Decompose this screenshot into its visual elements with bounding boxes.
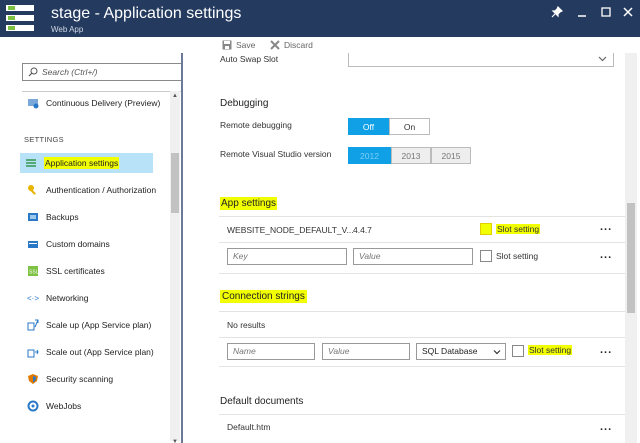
network-icon: <·> [27, 294, 39, 303]
key-icon [28, 185, 36, 195]
settings-menu: Search (Ctrl+/) Continuous Delivery (Pre… [0, 53, 183, 443]
scrollbar-thumb[interactable] [171, 153, 179, 213]
chevron-down-icon [598, 56, 607, 62]
search-placeholder: Search (Ctrl+/) [42, 67, 98, 77]
default-documents-title: Default documents [220, 396, 304, 407]
auto-swap-dropdown[interactable] [348, 53, 614, 67]
sidebar-item-security-scanning[interactable]: Security scanning [22, 369, 170, 389]
slot-setting-checkbox[interactable] [512, 345, 524, 357]
connection-type-select[interactable]: SQL Database [416, 343, 506, 360]
svg-text:SSL: SSL [29, 270, 39, 276]
app-setting-value-input[interactable]: Value [353, 248, 473, 265]
scale-out-icon [27, 349, 39, 358]
slot-setting-label: Slot setting [528, 345, 573, 355]
sidebar-item-continuous-delivery[interactable]: Continuous Delivery (Preview) [22, 93, 170, 113]
minimize-icon[interactable] [574, 6, 590, 22]
scroll-up-icon[interactable]: ▲ [171, 91, 179, 101]
toggle-on[interactable]: On [389, 118, 430, 135]
svg-text:<·>: <·> [27, 294, 39, 303]
vs-version-label: Remote Visual Studio version [220, 149, 332, 159]
chevron-down-icon [493, 350, 501, 355]
page-subtitle: Web App [51, 25, 84, 34]
debugging-title: Debugging [220, 98, 269, 109]
close-icon[interactable] [620, 6, 636, 22]
more-options-icon[interactable]: ... [600, 344, 612, 356]
sidebar-item-scale-up[interactable]: Scale up (App Service plan) [22, 315, 170, 335]
sidebar-scrollbar[interactable]: ▲ ▼ [170, 91, 180, 443]
sidebar-item-application-settings[interactable]: Application settings [20, 153, 153, 173]
scrollbar-thumb[interactable] [627, 203, 635, 313]
sidebar-item-webjobs[interactable]: WebJobs [22, 396, 170, 416]
command-bar: Save Discard [0, 37, 640, 53]
remote-debugging-toggle[interactable]: Off On [348, 118, 430, 135]
discard-button[interactable]: Discard [270, 39, 313, 51]
page-title: stage - Application settings [51, 5, 242, 22]
vs-version-selector: 2012 2013 2015 [348, 147, 471, 164]
no-results-text: No results [227, 320, 266, 330]
vs-version-2013: 2013 [391, 147, 431, 164]
app-setting-key[interactable]: WEBSITE_NODE_DEFAULT_V... [227, 225, 354, 235]
scale-up-icon [27, 319, 39, 331]
continuous-delivery-icon [28, 99, 39, 109]
save-button[interactable]: Save [222, 39, 255, 51]
default-document-item[interactable]: Default.htm [227, 422, 270, 432]
settings-content: Auto Swap Slot Debugging Remote debuggin… [185, 53, 640, 443]
search-input[interactable]: Search (Ctrl+/) [22, 63, 181, 81]
discard-icon [270, 40, 280, 50]
divider [219, 273, 627, 274]
app-settings-icon [26, 159, 36, 167]
more-options-icon[interactable]: ... [600, 421, 612, 433]
app-setting-key-input[interactable]: Key [227, 248, 347, 265]
section-header: SETTINGS [24, 135, 64, 144]
slot-setting-label: Slot setting [496, 224, 541, 234]
app-setting-value[interactable]: 4.4.7 [353, 225, 372, 235]
title-bar: stage - Application settings Web App [0, 0, 640, 37]
divider [219, 242, 627, 243]
webjobs-icon [27, 400, 39, 412]
more-options-icon[interactable]: ... [600, 249, 612, 261]
connection-strings-title: Connection strings [220, 290, 307, 303]
remote-debugging-label: Remote debugging [220, 120, 292, 130]
connection-value-input[interactable]: Value [322, 343, 410, 360]
divider [219, 216, 627, 217]
pin-icon[interactable] [549, 5, 565, 22]
shield-icon [28, 374, 38, 384]
sidebar-item-ssl-certificates[interactable]: SSL SSL certificates [22, 261, 170, 281]
sidebar-item-networking[interactable]: <·> Networking [22, 288, 170, 308]
divider [22, 91, 181, 92]
connection-name-input[interactable]: Name [227, 343, 315, 360]
maximize-icon[interactable] [598, 6, 614, 22]
save-button-label: Save [236, 40, 256, 50]
certificate-icon: SSL [28, 266, 39, 276]
backup-icon [28, 213, 38, 221]
sidebar-item-custom-domains[interactable]: Custom domains [22, 234, 170, 254]
save-icon [222, 40, 232, 50]
app-settings-icon [6, 5, 34, 31]
divider [219, 366, 627, 367]
scroll-down-icon[interactable]: ▼ [171, 437, 179, 443]
vs-version-2015: 2015 [431, 147, 471, 164]
discard-button-label: Discard [284, 40, 313, 50]
domain-icon [28, 241, 38, 248]
content-scrollbar[interactable] [625, 53, 637, 443]
divider [219, 414, 627, 415]
search-icon [28, 67, 38, 77]
more-options-icon[interactable]: ... [600, 221, 612, 233]
toggle-off[interactable]: Off [348, 118, 389, 135]
divider [219, 311, 627, 312]
slot-setting-label: Slot setting [496, 251, 539, 261]
slot-setting-checkbox[interactable] [480, 250, 492, 262]
slot-setting-checkbox[interactable] [480, 223, 492, 235]
divider [219, 337, 627, 338]
vs-version-2012: 2012 [348, 147, 391, 164]
sidebar-item-authentication[interactable]: Authentication / Authorization [22, 180, 170, 200]
sidebar-item-backups[interactable]: Backups [22, 207, 170, 227]
connection-type-value: SQL Database [422, 346, 478, 356]
app-settings-title: App settings [220, 197, 278, 210]
auto-swap-label: Auto Swap Slot [220, 54, 279, 64]
sidebar-item-scale-out[interactable]: Scale out (App Service plan) [22, 342, 170, 362]
